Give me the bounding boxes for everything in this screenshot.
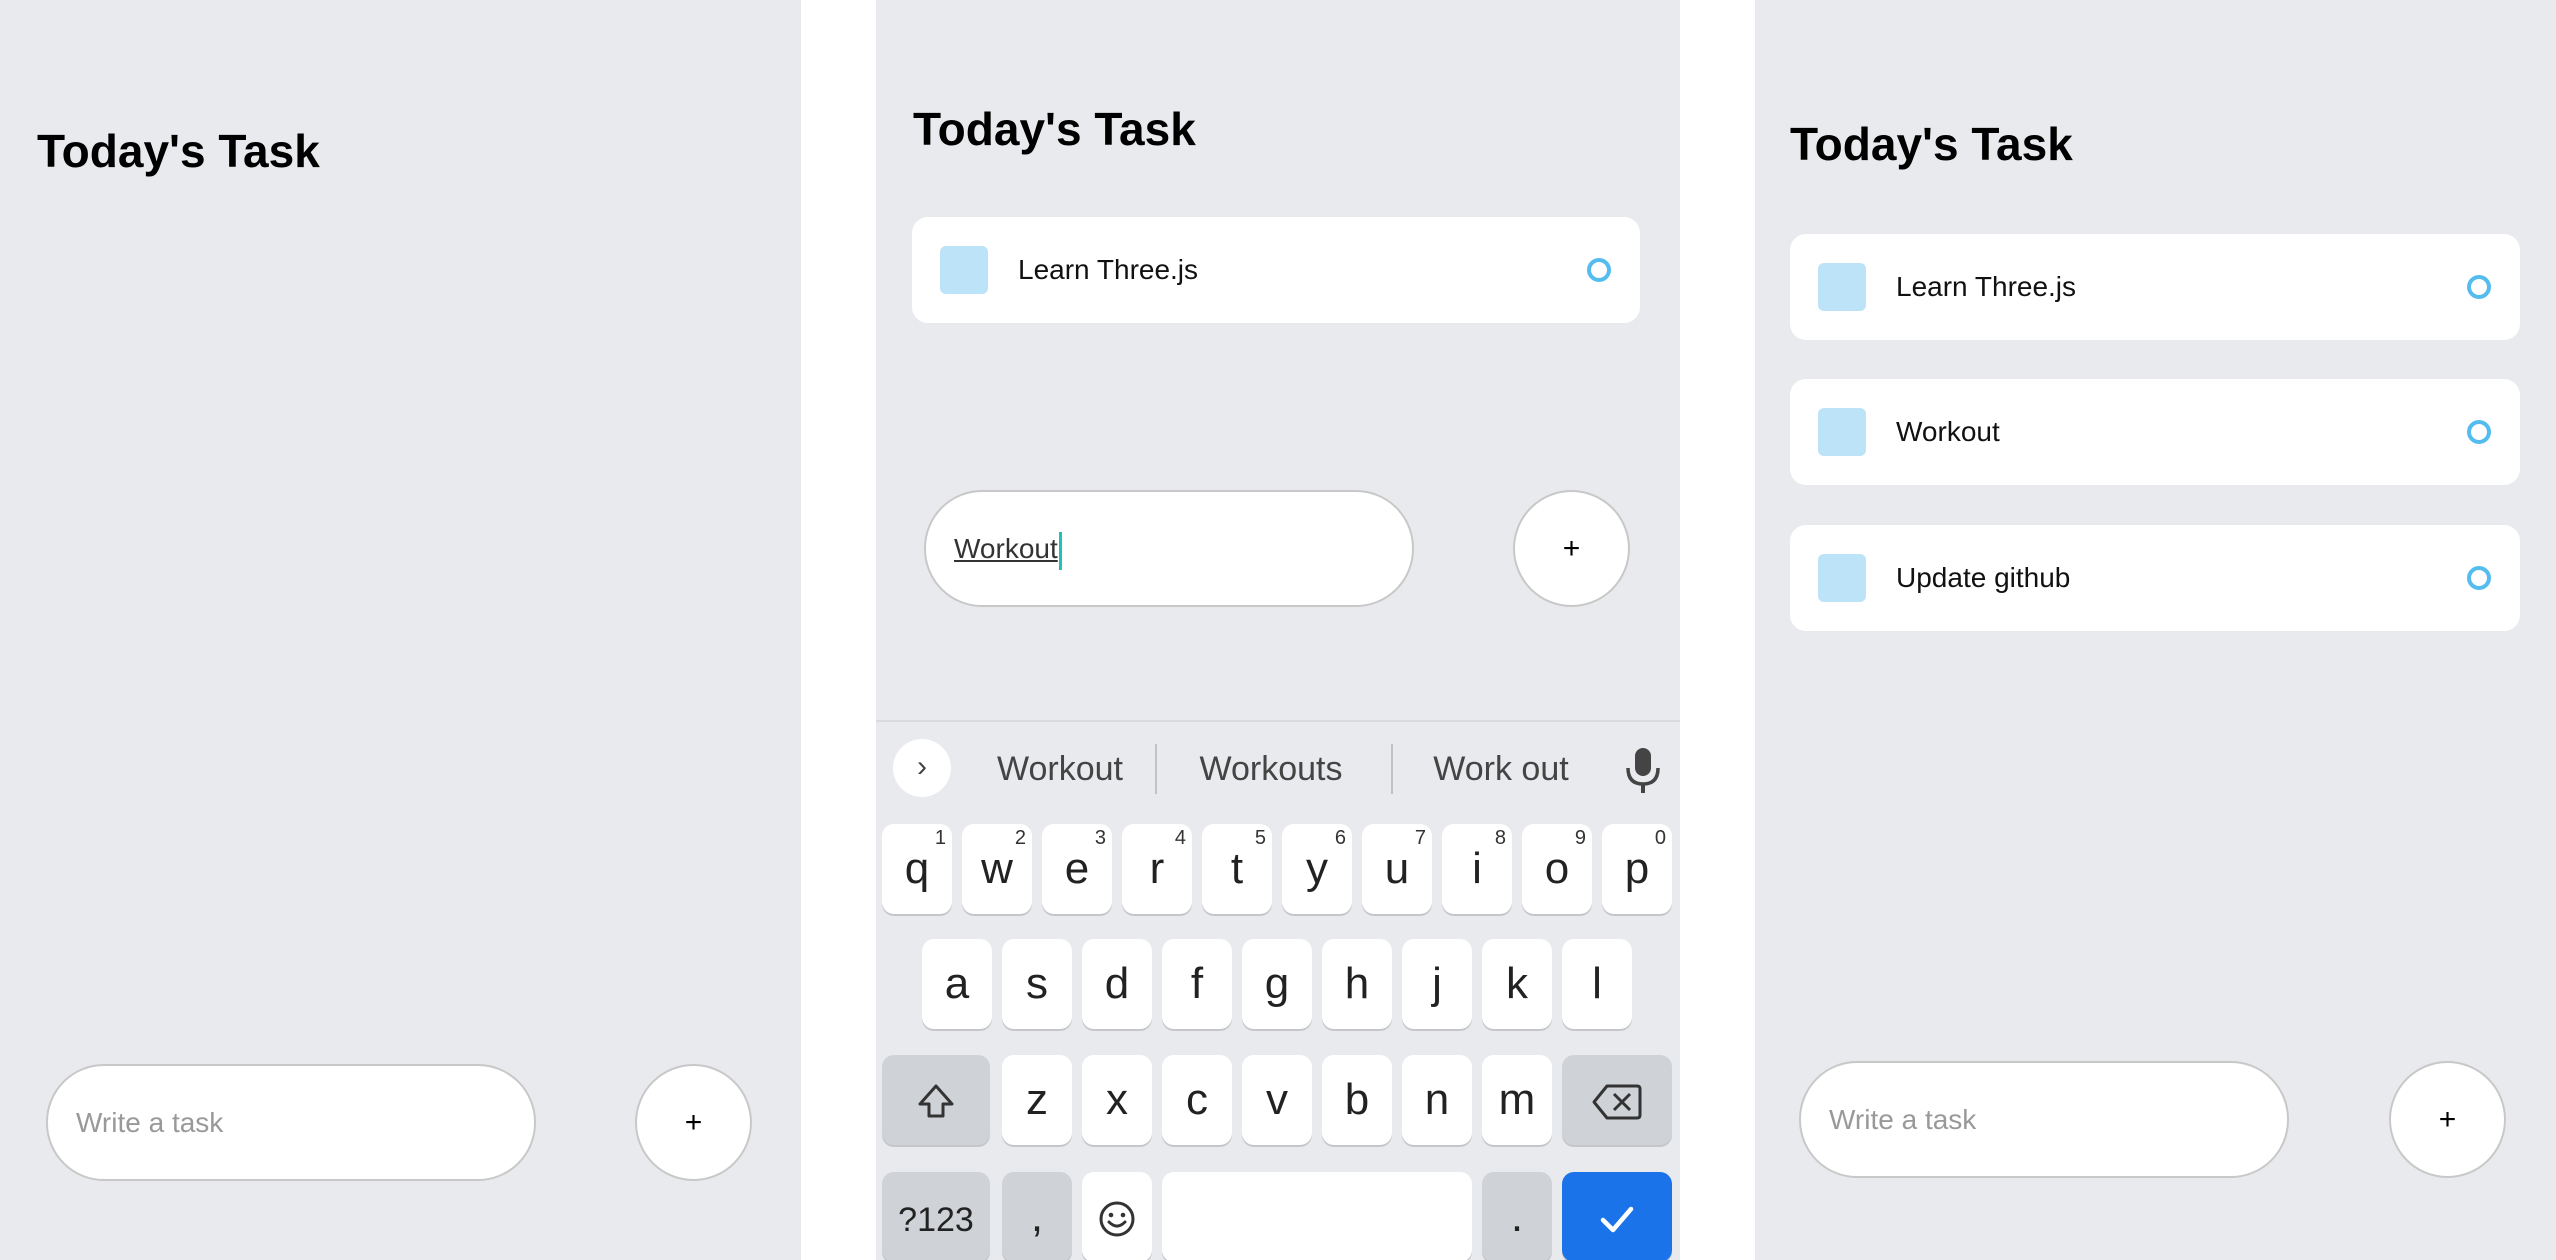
emoji-icon	[1099, 1201, 1135, 1237]
task-square-icon	[1818, 263, 1866, 311]
symbols-key[interactable]: ?123	[882, 1172, 990, 1260]
key-l[interactable]: l	[1562, 939, 1632, 1029]
task-text: Learn Three.js	[1018, 254, 1199, 285]
key-i[interactable]: i8	[1442, 824, 1512, 914]
task-circle-icon	[2467, 566, 2491, 590]
task-square-icon	[1818, 408, 1866, 456]
soft-keyboard: › Workout Workouts Work out q1 w2 e3 r4 …	[876, 720, 1680, 1260]
shift-arrow-icon	[918, 1084, 954, 1118]
key-e[interactable]: e3	[1042, 824, 1112, 914]
key-k[interactable]: k	[1482, 939, 1552, 1029]
key-m[interactable]: m	[1482, 1055, 1552, 1145]
task-item[interactable]: Learn Three.js	[912, 217, 1640, 323]
checkmark-icon	[1600, 1207, 1634, 1233]
suggestion-divider	[1391, 744, 1393, 794]
add-task-button[interactable]: +	[2389, 1061, 2506, 1178]
page-title: Today's Task	[1790, 118, 2073, 170]
key-s[interactable]: s	[1002, 939, 1072, 1029]
key-n[interactable]: n	[1402, 1055, 1472, 1145]
key-y[interactable]: y6	[1282, 824, 1352, 914]
task-square-icon	[940, 246, 988, 294]
key-q[interactable]: q1	[882, 824, 952, 914]
key-j[interactable]: j	[1402, 939, 1472, 1029]
task-circle-icon	[1587, 258, 1611, 282]
task-text: Update github	[1896, 562, 2071, 593]
period-key[interactable]: .	[1482, 1172, 1552, 1260]
text-cursor	[1058, 531, 1062, 570]
key-a[interactable]: a	[922, 939, 992, 1029]
emoji-key[interactable]	[1082, 1172, 1152, 1260]
key-u[interactable]: u7	[1362, 824, 1432, 914]
suggestion-3[interactable]: Work out	[1416, 744, 1586, 794]
key-b[interactable]: b	[1322, 1055, 1392, 1145]
page-title: Today's Task	[37, 125, 320, 177]
key-t[interactable]: t5	[1202, 824, 1272, 914]
task-item[interactable]: Learn Three.js	[1790, 234, 2520, 340]
key-d[interactable]: d	[1082, 939, 1152, 1029]
task-text: Learn Three.js	[1896, 271, 2077, 302]
task-input[interactable]: Workout	[924, 490, 1414, 607]
screen-typing: Today's Task Learn Three.js Workout + › …	[876, 0, 1680, 1260]
task-item[interactable]: Update github	[1790, 525, 2520, 631]
page-title: Today's Task	[913, 103, 1196, 155]
backspace-key[interactable]	[1562, 1055, 1672, 1145]
key-p[interactable]: p0	[1602, 824, 1672, 914]
suggestion-2[interactable]: Workouts	[1191, 744, 1351, 794]
space-key[interactable]	[1162, 1172, 1472, 1260]
task-input-value: Workout	[954, 533, 1058, 564]
key-g[interactable]: g	[1242, 939, 1312, 1029]
key-x[interactable]: x	[1082, 1055, 1152, 1145]
chevron-right-icon[interactable]: ›	[893, 739, 951, 797]
task-input[interactable]: Write a task	[1799, 1061, 2289, 1178]
key-o[interactable]: o9	[1522, 824, 1592, 914]
key-w[interactable]: w2	[962, 824, 1032, 914]
done-key[interactable]	[1562, 1172, 1672, 1260]
microphone-icon[interactable]	[1618, 742, 1668, 798]
task-input-placeholder: Write a task	[1829, 1104, 1977, 1135]
suggestion-divider	[1155, 744, 1157, 794]
comma-key[interactable]: ,	[1002, 1172, 1072, 1260]
key-z[interactable]: z	[1002, 1055, 1072, 1145]
task-circle-icon	[2467, 275, 2491, 299]
task-circle-icon	[2467, 420, 2491, 444]
backspace-icon	[1592, 1084, 1642, 1120]
key-v[interactable]: v	[1242, 1055, 1312, 1145]
add-task-button[interactable]: +	[1513, 490, 1630, 607]
add-task-button[interactable]: +	[635, 1064, 752, 1181]
task-text: Workout	[1896, 416, 2000, 447]
key-c[interactable]: c	[1162, 1055, 1232, 1145]
shift-key[interactable]	[882, 1055, 990, 1145]
task-square-icon	[1818, 554, 1866, 602]
suggestion-1[interactable]: Workout	[980, 744, 1140, 794]
screen-task-list: Today's Task Learn Three.js Workout Upda…	[1755, 0, 2556, 1260]
screen-empty: Today's Task Write a task +	[0, 0, 801, 1260]
key-r[interactable]: r4	[1122, 824, 1192, 914]
task-item[interactable]: Workout	[1790, 379, 2520, 485]
task-input-placeholder: Write a task	[76, 1107, 224, 1138]
key-f[interactable]: f	[1162, 939, 1232, 1029]
key-h[interactable]: h	[1322, 939, 1392, 1029]
task-input[interactable]: Write a task	[46, 1064, 536, 1181]
